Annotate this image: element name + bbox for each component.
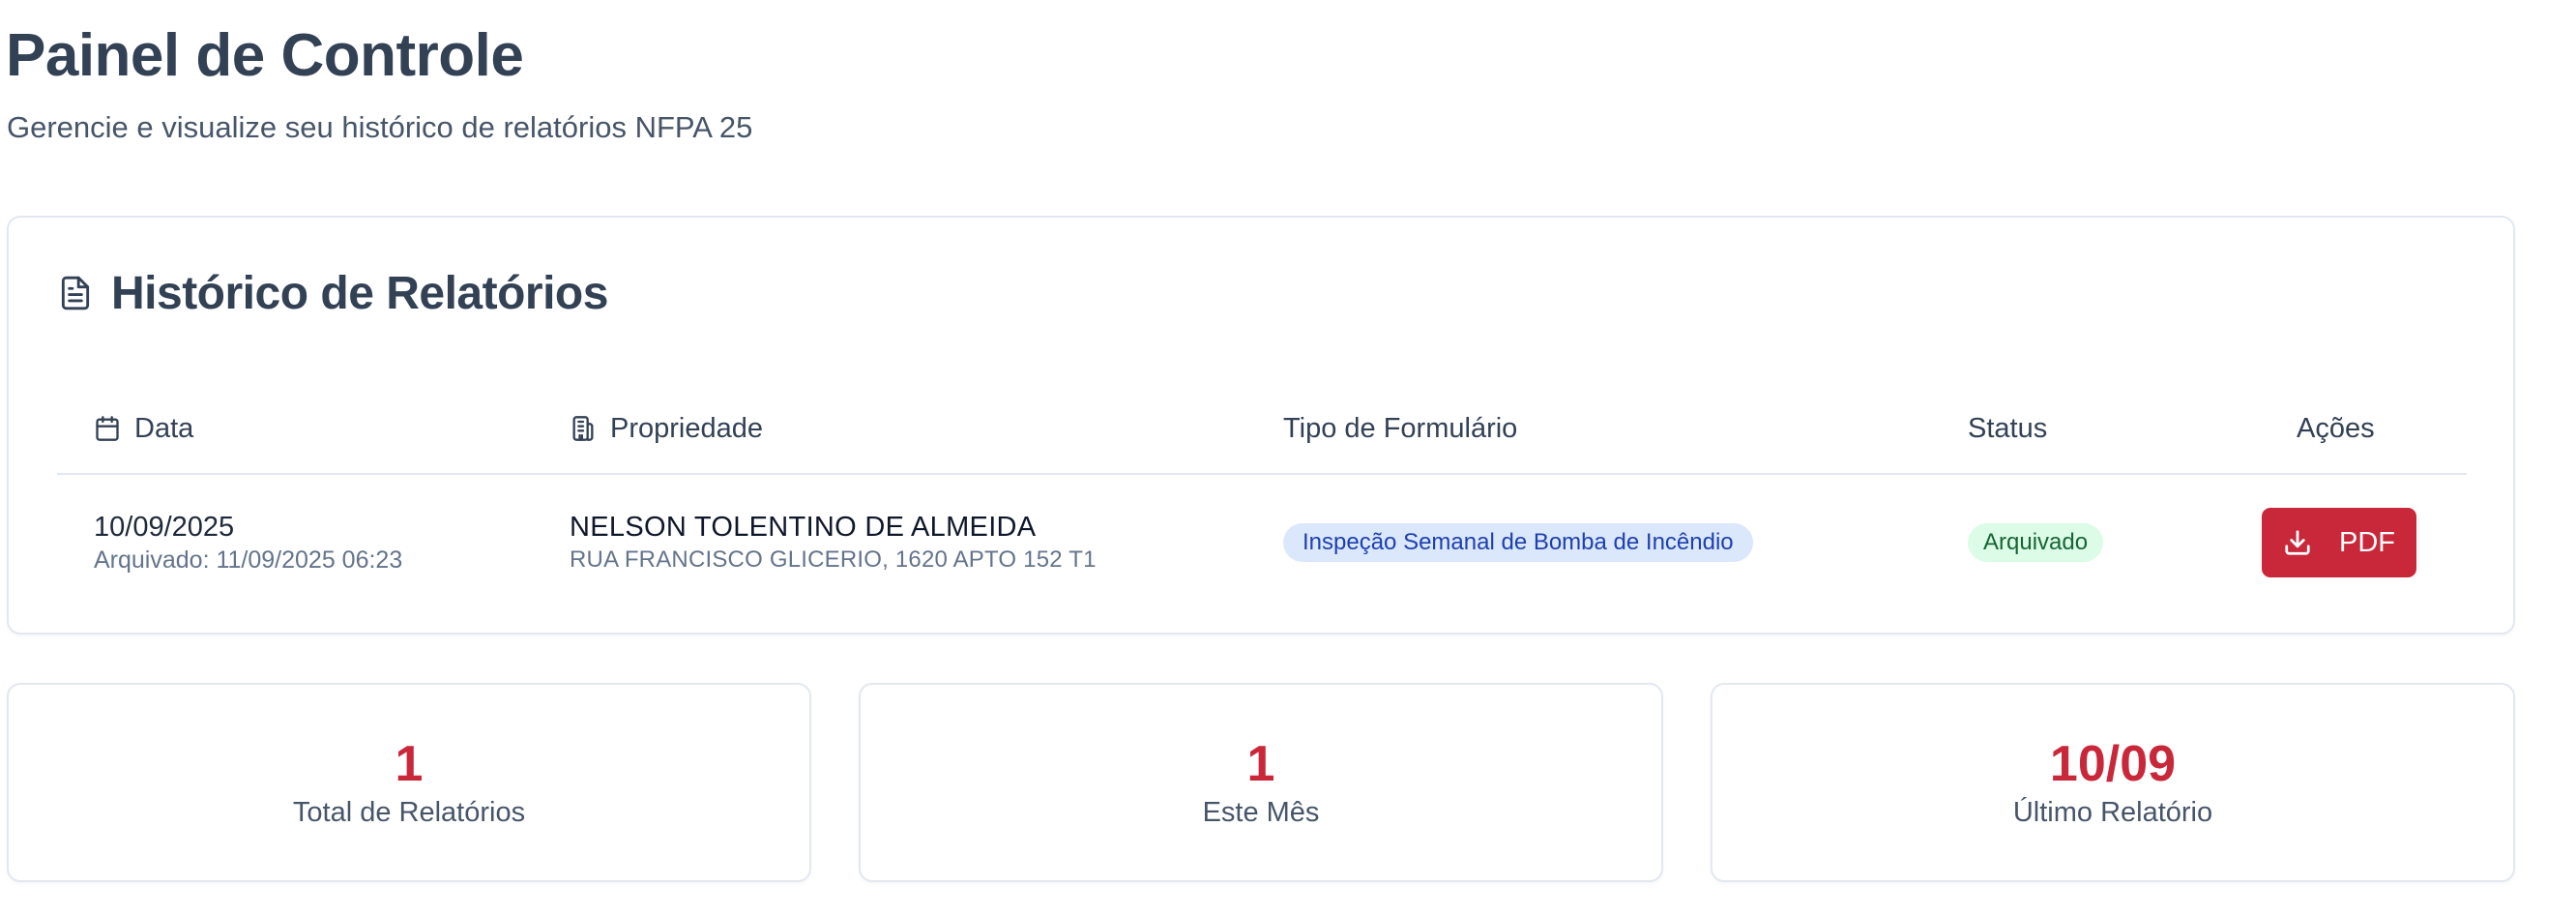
stat-label-this-month: Este Mês [1202,797,1320,828]
property-name: NELSON TOLENTINO DE ALMEIDA [570,512,1037,543]
page-title: Painel de Controle [6,22,524,89]
stat-card-last-report: 10/09 Último Relatório [1711,683,2515,882]
report-date: 10/09/2025 [94,512,235,543]
column-label-date: Data [134,412,194,444]
stat-card-total: 1 Total de Relatórios [7,683,811,882]
column-header-date: Data [94,382,193,475]
dashboard-page: Painel de Controle Gerencie e visualize … [0,0,2576,915]
stat-value-this-month: 1 [1246,736,1275,792]
stat-label-last-report: Último Relatório [2012,797,2213,828]
calendar-icon [94,414,121,443]
column-header-form-type: Tipo de Formulário [1283,382,1517,475]
report-history-card: Histórico de Relatórios Data Propriedade… [7,216,2515,635]
form-type-badge: Inspeção Semanal de Bomba de Incêndio [1283,523,1753,562]
actions-cell: PDF [2262,475,2416,610]
page-subtitle: Gerencie e visualize seu histórico de re… [7,110,753,144]
stat-value-total: 1 [395,736,424,792]
stat-card-this-month: 1 Este Mês [859,683,1663,882]
property-address: RUA FRANCISCO GLICERIO, 1620 APTO 152 T1 [570,546,1097,573]
stat-label-total: Total de Relatórios [292,797,526,828]
document-icon [57,274,94,312]
download-icon [2283,528,2312,557]
building-icon [570,414,597,443]
reports-table: Data Propriedade Tipo de Formulário Stat… [57,382,2467,610]
stat-value-last-report: 10/09 [2049,736,2177,792]
report-history-header: Histórico de Relatórios [57,264,608,322]
property-cell: NELSON TOLENTINO DE ALMEIDA RUA FRANCISC… [570,475,1097,610]
date-cell: 10/09/2025 Arquivado: 11/09/2025 06:23 [94,475,402,610]
column-header-actions: Ações [2297,382,2375,475]
form-type-cell: Inspeção Semanal de Bomba de Incêndio [1283,475,1753,610]
column-label-status: Status [1968,412,2048,444]
table-header: Data Propriedade Tipo de Formulário Stat… [57,382,2467,475]
column-header-status: Status [1968,382,2047,475]
column-label-actions: Ações [2297,412,2375,444]
report-history-title: Histórico de Relatórios [111,267,608,319]
archived-timestamp: Arquivado: 11/09/2025 06:23 [94,546,403,574]
download-pdf-button[interactable]: PDF [2262,508,2416,577]
column-header-property: Propriedade [570,382,763,475]
table-row: 10/09/2025 Arquivado: 11/09/2025 06:23 N… [57,475,2467,610]
download-pdf-label: PDF [2339,526,2395,558]
status-cell: Arquivado [1968,475,2104,610]
status-badge: Arquivado [1968,523,2104,562]
column-label-property: Propriedade [610,412,763,444]
column-label-form-type: Tipo de Formulário [1283,412,1518,444]
